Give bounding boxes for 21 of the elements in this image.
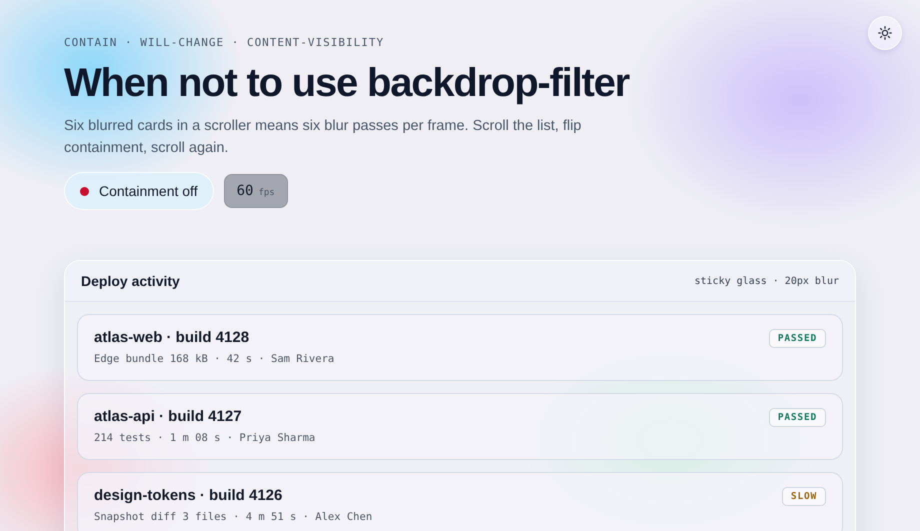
build-meta: 214 tests · 1 m 08 s · Priya Sharma [94,432,316,444]
toggle-label: Containment off [99,183,198,199]
page-subtitle: Six blurred cards in a scroller means six blur passes per frame. Scroll the list, flip containment, scroll again. [64,117,582,158]
fps-value: 60 [236,183,254,199]
status-badge: PASSED [768,408,826,427]
build-meta: Snapshot diff 3 files · 4 m 51 s · Alex Chen [94,511,372,523]
status-dot [80,186,89,196]
containment-toggle[interactable]: Containment off [64,172,214,210]
theme-toggle-button[interactable] [868,16,902,50]
build-title: design-tokens · build 4126 [94,487,284,504]
build-title: atlas-web · build 4128 [94,329,250,346]
panel-note: sticky glass · 20px blur [694,276,839,286]
panel-title: Deploy activity [81,273,180,289]
sun-icon [878,26,892,40]
fps-unit: fps [258,188,275,198]
build-title: atlas-api · build 4127 [94,408,243,425]
status-badge: PASSED [768,329,826,348]
build-meta: Edge bundle 168 kB · 42 s · Sam Rivera [94,353,334,365]
status-badge: SLOW [782,487,826,506]
eyebrow-text: CONTAIN · WILL-CHANGE · CONTENT-VISIBILITY [64,36,386,49]
page-title: When not to use backdrop-filter [64,61,631,105]
